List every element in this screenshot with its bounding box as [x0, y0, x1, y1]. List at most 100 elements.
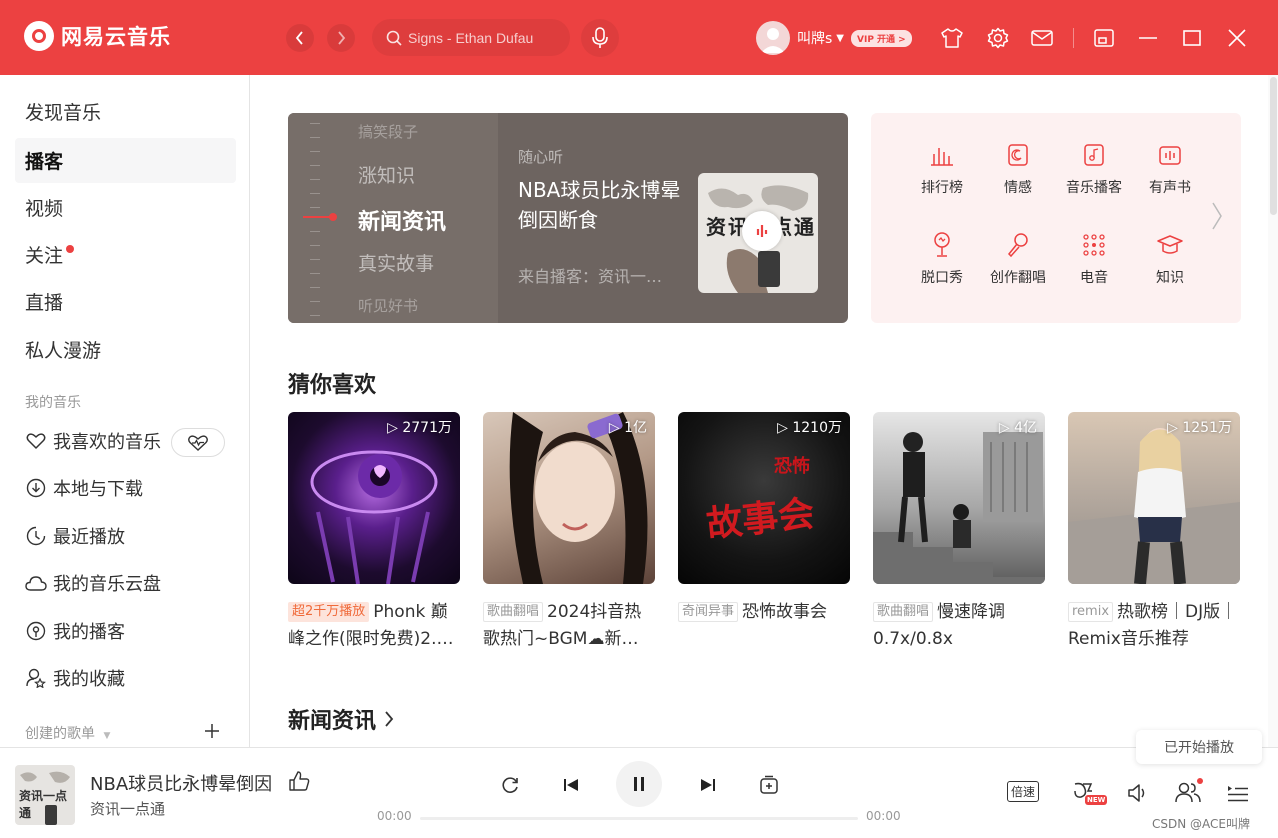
sidebar-item-liked-music[interactable]: 我喜欢的音乐	[25, 426, 161, 456]
playlist-title[interactable]: 奇闻异事 恐怖故事会	[678, 599, 850, 653]
playback-speed-button[interactable]: 倍速	[1007, 781, 1040, 802]
back-button[interactable]	[286, 24, 314, 52]
thumbs-up-icon	[289, 771, 310, 791]
user-menu[interactable]: 叫牌s ▼ VIP 开通 >	[756, 21, 912, 55]
banner-cover[interactable]: 资讯一点通	[698, 173, 818, 293]
add-to-playlist-button[interactable]	[758, 774, 780, 796]
playlist-tag: remix	[1068, 602, 1114, 622]
sidebar-item-recent[interactable]: 最近播放	[25, 521, 125, 551]
app-logo[interactable]: 网易云音乐	[24, 21, 171, 51]
banner-title[interactable]: NBA球员比永博晕倒因断食	[518, 175, 688, 235]
mini-mode-button[interactable]	[1093, 27, 1115, 49]
avatar[interactable]	[756, 21, 790, 55]
playlist-card[interactable]: ▷ 1251万 remix 热歌榜｜DJ版｜Remix音乐推荐	[1068, 412, 1240, 653]
progress-bar[interactable]	[420, 817, 858, 820]
repeat-mode-button[interactable]	[500, 775, 520, 795]
now-playing-title[interactable]: NBA球员比永博晕倒因	[90, 770, 272, 796]
sidebar-item-private-fm[interactable]: 私人漫游	[15, 327, 236, 372]
podcast-banner[interactable]: 搞笑段子 涨知识 新闻资讯 真实故事 听见好书 随心听 NBA球员比永博晕倒因断…	[288, 113, 848, 323]
sidebar-item-collection[interactable]: 我的收藏	[25, 663, 125, 693]
volume-button[interactable]	[1126, 781, 1150, 805]
playlist-card[interactable]: ▷ 4亿 歌曲翻唱 慢速降调0.7x/0.8x	[873, 412, 1045, 653]
heartbeat-mode-button[interactable]	[171, 428, 225, 457]
playlist-tag: 歌曲翻唱	[483, 602, 544, 622]
playlist-title[interactable]: 歌曲翻唱 慢速降调0.7x/0.8x	[873, 599, 1045, 653]
scrollbar-thumb[interactable]	[1270, 77, 1277, 215]
category-electronic[interactable]: 电音	[1054, 229, 1134, 287]
recommend-section-title: 猜你喜欢	[288, 373, 377, 398]
category-emotion[interactable]: 情感	[978, 139, 1058, 197]
sidebar-item-local-download[interactable]: 本地与下载	[25, 473, 143, 503]
banner-from[interactable]: 来自播客：资讯一…	[518, 263, 662, 287]
close-button[interactable]	[1226, 27, 1248, 49]
banner-category[interactable]: 听见好书	[358, 295, 418, 316]
cloud-icon	[25, 576, 47, 591]
model-artwork	[1068, 428, 1240, 584]
playlist-cover[interactable]: ▷ 4亿	[873, 412, 1045, 584]
next-button[interactable]	[698, 775, 718, 795]
cover-text: 故事会	[704, 493, 817, 545]
news-section-title[interactable]: 新闻资讯	[288, 703, 394, 735]
like-button[interactable]	[288, 770, 310, 796]
category-wheel[interactable]: 搞笑段子 涨知识 新闻资讯 真实故事 听见好书	[288, 113, 498, 323]
now-playing-cover[interactable]: 资讯一点通	[15, 765, 75, 825]
playlist-cover[interactable]: 恐怖 故事会 ▷ 1210万	[678, 412, 850, 584]
maximize-button[interactable]	[1181, 27, 1203, 49]
banner-category[interactable]: 搞笑段子	[358, 121, 418, 142]
search-box[interactable]	[372, 19, 570, 56]
mail-icon	[1031, 30, 1053, 46]
banner-category-active[interactable]: 新闻资讯	[358, 204, 446, 236]
username[interactable]: 叫牌s	[797, 28, 832, 48]
playlist-title[interactable]: remix 热歌榜｜DJ版｜Remix音乐推荐	[1068, 599, 1240, 653]
ruler-scale	[310, 113, 324, 323]
sidebar-item-podcast[interactable]: 播客	[15, 138, 236, 183]
settings-button[interactable]	[987, 27, 1009, 49]
knowledge-icon	[1157, 235, 1183, 254]
eye-artwork	[310, 450, 438, 584]
messages-button[interactable]	[1031, 27, 1053, 49]
caret-down-icon[interactable]: ▼	[836, 33, 844, 44]
sidebar-item-live[interactable]: 直播	[15, 279, 236, 324]
playlist-cover[interactable]: ▷ 1251万	[1068, 412, 1240, 584]
collection-icon	[26, 668, 46, 688]
voice-search-button[interactable]	[581, 19, 619, 57]
previous-button[interactable]	[561, 775, 581, 795]
stairs-artwork	[873, 432, 1045, 584]
playlist-card[interactable]: ▷ 2771万 超2千万播放 Phonk 巅峰之作(限时免费)2.…	[288, 412, 460, 653]
category-ranking[interactable]: 排行榜	[902, 139, 982, 197]
playlist-cover[interactable]: ▷ 1亿	[483, 412, 655, 584]
playlist-card[interactable]: 恐怖 故事会 ▷ 1210万 奇闻异事 恐怖故事会	[678, 412, 850, 653]
play-pause-button[interactable]	[616, 761, 662, 807]
category-cover-song[interactable]: 创作翻唱	[978, 229, 1058, 287]
playlist-card[interactable]: ▷ 1亿 歌曲翻唱 2024抖音热歌热门~BGM☁新…	[483, 412, 655, 653]
category-audiobook[interactable]: 有声书	[1130, 139, 1210, 197]
minimize-button[interactable]	[1137, 27, 1159, 49]
vip-badge[interactable]: VIP 开通 >	[851, 29, 912, 47]
category-music-podcast[interactable]: 音乐播客	[1054, 139, 1134, 197]
now-playing-artist[interactable]: 资讯一点通	[90, 798, 165, 819]
listen-together-button[interactable]	[1175, 780, 1201, 804]
sidebar-item-cloud[interactable]: 我的音乐云盘	[25, 568, 161, 598]
add-playlist-button[interactable]	[204, 720, 220, 745]
search-input[interactable]	[408, 29, 558, 46]
playlist-queue-button[interactable]	[1226, 782, 1250, 804]
category-knowledge[interactable]: 知识	[1130, 229, 1210, 287]
banner-category[interactable]: 真实故事	[358, 249, 434, 276]
sidebar-item-video[interactable]: 视频	[15, 185, 236, 230]
sidebar-item-my-podcast[interactable]: 我的播客	[25, 616, 125, 646]
categories-next-button[interactable]	[1211, 201, 1223, 238]
toast-message: 已开始播放	[1136, 730, 1262, 764]
chevron-right-icon	[385, 711, 394, 727]
sidebar-item-follow[interactable]: 关注	[15, 232, 236, 277]
electronic-icon	[1083, 234, 1105, 256]
playlist-title[interactable]: 超2千万播放 Phonk 巅峰之作(限时免费)2.…	[288, 599, 460, 653]
playlist-title[interactable]: 歌曲翻唱 2024抖音热歌热门~BGM☁新…	[483, 599, 655, 653]
created-playlists-title[interactable]: 创建的歌单 ▼	[25, 723, 110, 743]
sidebar-item-discover[interactable]: 发现音乐	[15, 89, 236, 134]
skin-button[interactable]	[941, 27, 963, 49]
playlist-cover[interactable]: ▷ 2771万	[288, 412, 460, 584]
category-talkshow[interactable]: 脱口秀	[902, 229, 982, 287]
banner-category[interactable]: 涨知识	[358, 161, 415, 188]
new-badge: NEW	[1085, 795, 1108, 805]
forward-button[interactable]	[327, 24, 355, 52]
